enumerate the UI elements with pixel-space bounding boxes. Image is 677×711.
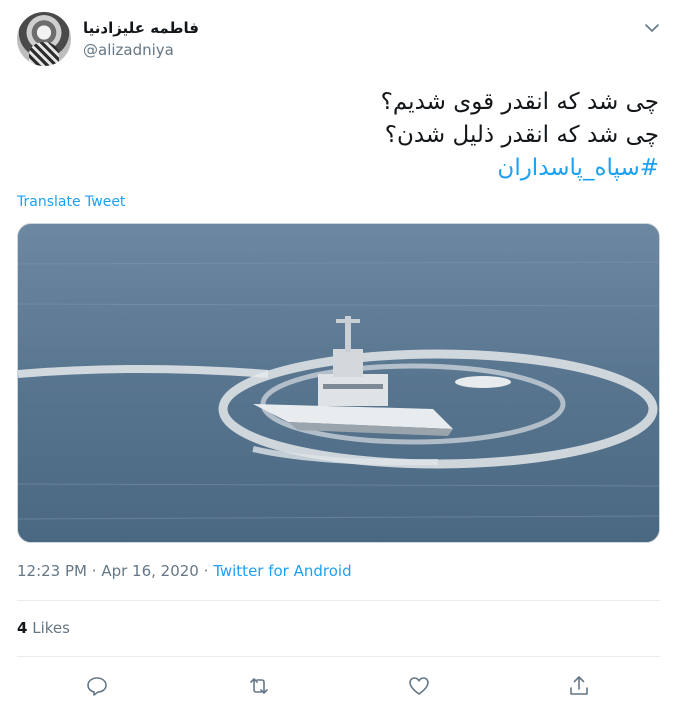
tweet-text: چی شد که انقدر قوی شدیم؟ چی شد که انقدر … [39,86,659,185]
user-names[interactable]: فاطمه علیزادنیا @alizadniya [83,18,199,60]
tweet-date[interactable]: Apr 16, 2020 [101,562,199,580]
translate-tweet-link[interactable]: Translate Tweet [17,194,125,210]
reply-icon[interactable] [83,672,111,700]
heart-icon[interactable] [405,672,433,700]
tweet-line-1: چی شد که انقدر قوی شدیم؟ [380,89,659,115]
divider [17,656,660,657]
divider [17,600,660,601]
boat-wake-illustration [18,224,659,542]
user-handle[interactable]: @alizadniya [83,40,199,60]
chevron-down-icon[interactable] [642,18,662,38]
avatar[interactable] [17,12,71,66]
tweet-time[interactable]: 12:23 PM [17,562,87,580]
meta-separator: · [91,562,97,580]
tweet-actions [17,672,660,700]
tweet-client-link[interactable]: Twitter for Android [213,562,351,580]
likes-link[interactable]: 4 Likes [17,619,70,637]
likes-count: 4 [17,619,28,637]
tweet-header: فاطمه علیزادنیا @alizadniya [17,12,662,70]
tweet-line-2: چی شد که انقدر ذلیل شدن؟ [384,122,659,148]
tweet-image[interactable] [17,223,660,543]
display-name[interactable]: فاطمه علیزادنیا [83,18,199,38]
tweet-meta: 12:23 PM · Apr 16, 2020 · Twitter for An… [17,562,352,580]
meta-separator-2: · [203,562,209,580]
retweet-icon[interactable] [245,672,273,700]
hashtag-link[interactable]: #سپاه_پاسداران [39,152,659,185]
likes-label: Likes [32,619,70,637]
share-icon[interactable] [565,672,593,700]
